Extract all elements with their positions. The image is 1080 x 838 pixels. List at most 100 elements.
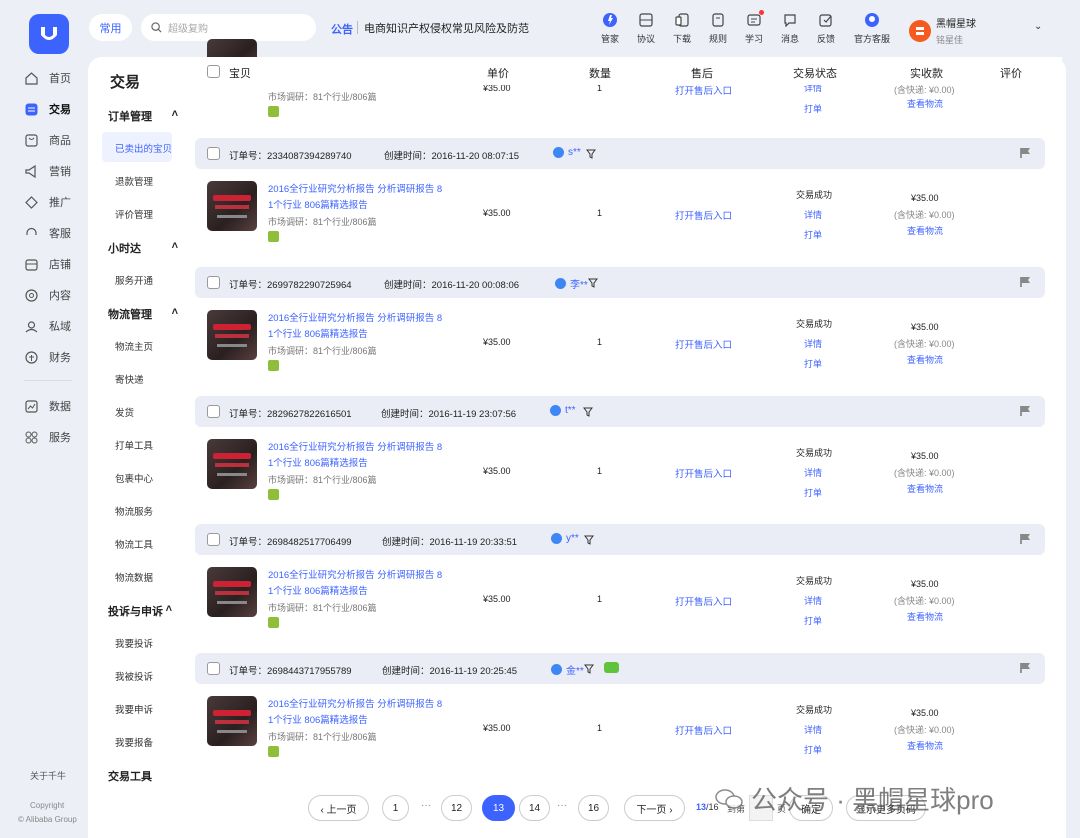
nav-item-private[interactable]: 私域 xyxy=(24,318,84,334)
print-link[interactable]: 打单 xyxy=(804,614,822,627)
search-input[interactable]: 超级复购 xyxy=(141,14,316,41)
nav-item-service[interactable]: 服务 xyxy=(24,429,84,445)
product-thumbnail[interactable] xyxy=(207,181,257,231)
user-menu[interactable]: 黑帽星球 铭星佳 xyxy=(909,15,976,46)
prev-page-button[interactable]: ‹ 上一页 xyxy=(308,795,369,821)
after-sale-link[interactable]: 打开售后入口 xyxy=(675,723,732,737)
order-checkbox[interactable] xyxy=(207,147,220,160)
order-checkbox[interactable] xyxy=(207,276,220,289)
subnav-item[interactable]: 物流数据 xyxy=(115,570,153,584)
print-link[interactable]: 打单 xyxy=(804,357,822,370)
flag-icon[interactable] xyxy=(1020,662,1031,677)
subnav-group-orders[interactable]: 订单管理 ˄ xyxy=(108,108,178,124)
after-sale-link[interactable]: 打开售后入口 xyxy=(675,466,732,480)
select-all-checkbox[interactable] xyxy=(207,65,220,78)
nav-item-content[interactable]: 内容 xyxy=(24,287,84,303)
subnav-item[interactable]: 寄快递 xyxy=(115,372,144,386)
nav-item-shop[interactable]: 店铺 xyxy=(24,256,84,272)
nav-item-data[interactable]: 数据 xyxy=(24,398,84,414)
top-tool-message[interactable]: 消息 xyxy=(772,12,808,45)
top-tool-agreement[interactable]: 协议 xyxy=(628,12,664,45)
subnav-item-refund[interactable]: 退款管理 xyxy=(115,174,153,188)
logistics-link[interactable]: 查看物流 xyxy=(907,610,943,623)
product-thumbnail[interactable] xyxy=(207,439,257,489)
nav-item-home[interactable]: 首页 xyxy=(24,70,84,86)
common-button[interactable]: 常用 xyxy=(89,14,132,41)
nav-item-cs[interactable]: 客服 xyxy=(24,225,84,241)
nav-item-finance[interactable]: 财务 xyxy=(24,349,84,365)
filter-icon[interactable] xyxy=(583,406,593,420)
order-checkbox[interactable] xyxy=(207,533,220,546)
order-checkbox[interactable] xyxy=(207,405,220,418)
flag-icon[interactable] xyxy=(1020,405,1031,420)
filter-icon[interactable] xyxy=(584,663,594,677)
after-sale-link[interactable]: 打开售后入口 xyxy=(675,208,732,222)
print-link[interactable]: 打单 xyxy=(804,743,822,756)
detail-link[interactable]: 详情 xyxy=(804,723,822,736)
product-title[interactable]: 2016全行业研究分析报告 分析调研报告 8 1个行业 806篇精选报告 xyxy=(268,568,443,600)
notice-text[interactable]: 电商知识产权侵权常见风险及防范 xyxy=(364,20,529,36)
logistics-link[interactable]: 查看物流 xyxy=(907,224,943,237)
nav-item-marketing[interactable]: 营销 xyxy=(24,163,84,179)
logistics-link[interactable]: 查看物流 xyxy=(907,739,943,752)
product-title[interactable]: 2016全行业研究分析报告 分析调研报告 8 1个行业 806篇精选报告 xyxy=(268,440,443,472)
nav-item-trade[interactable]: 交易 xyxy=(24,101,84,117)
nav-item-goods[interactable]: 商品 xyxy=(24,132,84,148)
product-thumbnail[interactable] xyxy=(207,310,257,360)
notice-tag[interactable]: 公告 xyxy=(331,21,353,37)
page-14[interactable]: 14 xyxy=(519,795,550,821)
buyer-link[interactable]: s** xyxy=(553,147,581,158)
subnav-item[interactable]: 我要申诉 xyxy=(115,702,153,716)
subnav-item[interactable]: 打单工具 xyxy=(115,438,153,452)
subnav-item-sold[interactable]: 已卖出的宝贝 xyxy=(115,141,172,155)
detail-link[interactable]: 详情 xyxy=(804,594,822,607)
subnav-item[interactable]: 物流服务 xyxy=(115,504,153,518)
subnav-item[interactable]: 物流主页 xyxy=(115,339,153,353)
order-checkbox[interactable] xyxy=(207,662,220,675)
detail-link[interactable]: 详情 xyxy=(804,208,822,221)
page-13-current[interactable]: 13 xyxy=(482,795,515,821)
chat-icon[interactable] xyxy=(604,662,619,673)
flag-icon[interactable] xyxy=(1020,147,1031,162)
top-tool-learn[interactable]: 学习 xyxy=(736,10,772,45)
flag-icon[interactable] xyxy=(1020,533,1031,548)
detail-link[interactable]: 详情 xyxy=(804,466,822,479)
print-link[interactable]: 打单 xyxy=(804,228,822,241)
page-16[interactable]: 16 xyxy=(578,795,609,821)
product-title[interactable]: 2016全行业研究分析报告 分析调研报告 8 1个行业 806篇精选报告 xyxy=(268,311,443,343)
product-title[interactable]: 2016全行业研究分析报告 分析调研报告 8 1个行业 806篇精选报告 xyxy=(268,182,443,214)
after-sale-link[interactable]: 打开售后入口 xyxy=(675,337,732,351)
buyer-link[interactable]: y** xyxy=(551,533,579,544)
subnav-item[interactable]: 物流工具 xyxy=(115,537,153,551)
subnav-group-tools[interactable]: 交易工具 xyxy=(108,768,178,784)
subnav-group-logistics[interactable]: 物流管理 ˄ xyxy=(108,306,178,322)
top-tool-feedback[interactable]: 反馈 xyxy=(808,12,844,45)
after-sale-link[interactable]: 打开售后入口 xyxy=(675,594,732,608)
subnav-item[interactable]: 我被投诉 xyxy=(115,669,153,683)
filter-icon[interactable] xyxy=(588,277,598,291)
subnav-item[interactable]: 包裹中心 xyxy=(115,471,153,485)
subnav-item-service-open[interactable]: 服务开通 xyxy=(115,273,153,287)
buyer-link[interactable]: 李** xyxy=(555,276,588,291)
print-link[interactable]: 打单 xyxy=(804,102,822,115)
nav-item-promote[interactable]: 推广 xyxy=(24,194,84,210)
subnav-item-review[interactable]: 评价管理 xyxy=(115,207,153,221)
logistics-link[interactable]: 查看物流 xyxy=(907,97,943,110)
top-tool-butler[interactable]: 管家 xyxy=(592,12,628,45)
logistics-link[interactable]: 查看物流 xyxy=(907,482,943,495)
about-link[interactable]: 关于千牛 xyxy=(30,769,66,782)
product-thumbnail[interactable] xyxy=(207,567,257,617)
detail-link[interactable]: 详情 xyxy=(804,337,822,350)
subnav-item[interactable]: 我要报备 xyxy=(115,735,153,749)
flag-icon[interactable] xyxy=(1020,276,1031,291)
top-tool-download[interactable]: 下载 xyxy=(664,12,700,45)
buyer-link[interactable]: t** xyxy=(550,405,576,416)
after-sale-link[interactable]: 打开售后入口 xyxy=(675,83,732,97)
buyer-link[interactable]: 金** xyxy=(551,662,584,677)
subnav-group-hourly[interactable]: 小时达 ˄ xyxy=(108,240,178,256)
filter-icon[interactable] xyxy=(586,148,596,162)
top-tool-rules[interactable]: 规则 xyxy=(700,12,736,45)
subnav-group-complaints[interactable]: 投诉与申诉 ˄ xyxy=(108,603,172,619)
chevron-down-icon[interactable]: ⌄ xyxy=(1034,21,1042,32)
print-link[interactable]: 打单 xyxy=(804,486,822,499)
